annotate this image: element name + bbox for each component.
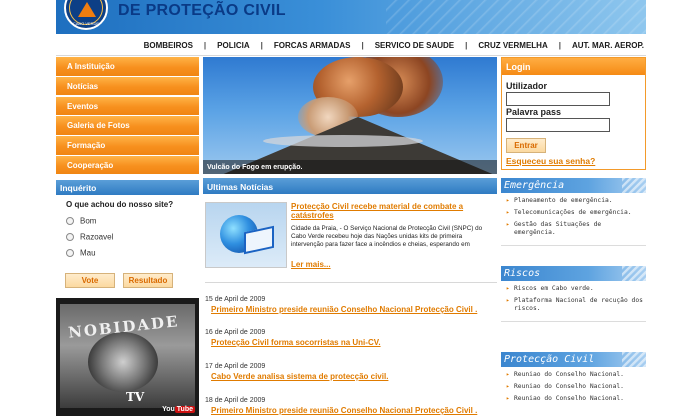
news-link[interactable]: Primeiro Ministro preside reunião Consel… [211,406,497,415]
login-panel: Login Utilizador Palavra pass Entrar Esq… [501,57,646,170]
topnav-item-forcas-armadas[interactable]: FORCAS ARMADAS [274,41,351,50]
box-divider [501,321,646,322]
box-divider [501,245,646,246]
topnav-link[interactable]: AUT. MAR. AEROP. [572,41,644,50]
username-label: Utilizador [506,81,548,91]
news-link[interactable]: Protecção Civil forma socorristas na Uni… [211,338,497,347]
poll-option-bom[interactable]: Bom [66,216,199,225]
topnav-link[interactable]: POLICIA [217,41,249,50]
vote-button[interactable]: Vote [65,273,115,288]
video-subtitle: TV [126,390,145,404]
menu-item-instituicao[interactable]: A Instituição [56,57,199,77]
topnav-item-cruz-vermelha[interactable]: CRUZ VERMELHA [478,41,547,50]
youtube-logo[interactable]: You Tube [162,406,195,413]
news-item: 17 de April de 2009 Cabo Verde analisa s… [205,363,497,381]
video-thumbnail-circle [88,332,158,392]
news-heading: Ultimas Notícias [203,178,497,194]
poll-option-razoavel[interactable]: Razoavel [66,232,199,241]
top-navigation: BOMBEIROS | POLICIA | FORCAS ARMADAS | SERVICO… [56,34,646,56]
poll-option-mau[interactable]: Mau [66,248,199,257]
topnav-item-servico-de-saude[interactable]: SERVICO DE SAUDE [375,41,454,50]
news-item: 18 de April de 2009 Primeiro Ministro pr… [205,397,497,415]
site-header: CABO VERDE DE PROTEÇÃO CIVIL [56,0,646,34]
nav-separator: | [465,41,468,50]
news-date: 17 de April de 2009 [205,363,266,370]
poll-question: O que achou do nosso site? [66,200,174,209]
feature-news-body: Cidade da Praia, - O Serviço Nacional de… [291,225,483,249]
left-menu: A Instituição Notícias Eventos Galeria d… [56,57,199,176]
protecao-civil-link[interactable]: Reuniao do Conselho Nacional. [501,391,646,403]
radio-button[interactable] [66,232,74,241]
protecao-civil-logo[interactable]: CABO VERDE [64,0,108,30]
youtube-logo-you: You [162,406,175,413]
hero-image-volcano: Vulcão do Fogo em erupção. [203,57,497,174]
forgot-password-link[interactable]: Esqueceu sua senha? [506,156,595,166]
emergencia-box: Emergência Planeamento de emergência. Te… [501,178,646,246]
topnav-item-policia[interactable]: POLICIA [217,41,249,50]
news-item: 16 de April de 2009 Protecção Civil form… [205,329,497,347]
login-button[interactable]: Entrar [506,138,546,153]
news-link[interactable]: Primeiro Ministro preside reunião Consel… [211,305,497,314]
video-player[interactable]: NOBIDADE TV You Tube [56,298,199,416]
poll-option-label: Razoavel [80,232,114,242]
news-divider [205,282,497,283]
emergencia-link[interactable]: Telecomunicações de emergência. [501,205,646,217]
site-title: DE PROTEÇÃO CIVIL [118,2,286,19]
menu-item-noticias[interactable]: Notícias [56,76,199,97]
read-more-link[interactable]: Ler mais... [291,260,331,269]
results-button[interactable]: Resultado [123,273,173,288]
username-field[interactable] [506,92,610,106]
feature-news-title[interactable]: Protecção Civil recebe material de comba… [291,202,496,220]
login-heading: Login [502,58,645,75]
feature-news-image[interactable] [205,202,287,268]
topnav-link[interactable]: FORCAS ARMADAS [274,41,351,50]
nav-separator: | [260,41,263,50]
hero-caption: Vulcão do Fogo em erupção. [207,164,303,171]
news-date: 15 de April de 2009 [205,296,266,303]
monitor-icon [244,225,274,255]
menu-item-cooperacao[interactable]: Cooperação [56,155,199,176]
protecao-civil-heading: Protecção Civil [501,352,646,367]
nav-separator: | [361,41,364,50]
logo-caption: CABO VERDE [72,21,100,26]
emergencia-heading: Emergência [501,178,646,193]
protecao-civil-link[interactable]: Reuniao do Conselho Nacional. [501,367,646,379]
riscos-link[interactable]: Plataforma Nacional de recução dos risco… [501,293,646,313]
poll-heading: Inquérito [56,180,199,195]
topnav-item-bombeiros[interactable]: BOMBEIROS [144,41,193,50]
riscos-heading: Riscos [501,266,646,281]
emergencia-link[interactable]: Planeamento de emergência. [501,193,646,205]
emergencia-link[interactable]: Gestão das Situações de emergência. [501,217,646,237]
topnav-item-aut-mar-aerop[interactable]: AUT. MAR. AEROP. [572,41,644,50]
password-label: Palavra pass [506,107,562,117]
menu-item-formacao[interactable]: Formação [56,136,199,156]
riscos-box: Riscos Riscos em Cabo verde. Plataforma … [501,266,646,322]
nav-separator: | [558,41,561,50]
news-link[interactable]: Cabo Verde analisa sistema de protecção … [211,372,497,381]
poll-option-label: Bom [80,216,97,226]
poll-option-label: Mau [80,248,96,258]
youtube-logo-tube: Tube [174,406,195,413]
hero-cloud-layer [263,135,423,147]
password-field[interactable] [506,118,610,132]
radio-button[interactable] [66,248,74,257]
poll-panel: Inquérito O que achou do nosso site? Bom… [56,180,199,292]
menu-item-galeria-de-fotos[interactable]: Galeria de Fotos [56,116,199,136]
news-date: 16 de April de 2009 [205,329,266,336]
logo-triangle-icon [78,2,96,17]
protecao-civil-box: Protecção Civil Reuniao do Conselho Naci… [501,352,646,403]
topnav-link[interactable]: SERVICO DE SAUDE [375,41,454,50]
topnav-link[interactable]: BOMBEIROS [144,41,193,50]
radio-button[interactable] [66,216,74,225]
menu-item-eventos[interactable]: Eventos [56,96,199,117]
protecao-civil-link[interactable]: Reuniao do Conselho Nacional. [501,379,646,391]
video-frame: NOBIDADE TV [60,304,195,408]
topnav-link[interactable]: CRUZ VERMELHA [478,41,547,50]
header-decoration [386,0,646,34]
news-panel: Ultimas Notícias Protecção Civil recebe … [203,178,497,416]
news-date: 18 de April de 2009 [205,397,266,404]
news-item: 15 de April de 2009 Primeiro Ministro pr… [205,296,497,314]
nav-separator: | [203,41,207,50]
riscos-link[interactable]: Riscos em Cabo verde. [501,281,646,293]
